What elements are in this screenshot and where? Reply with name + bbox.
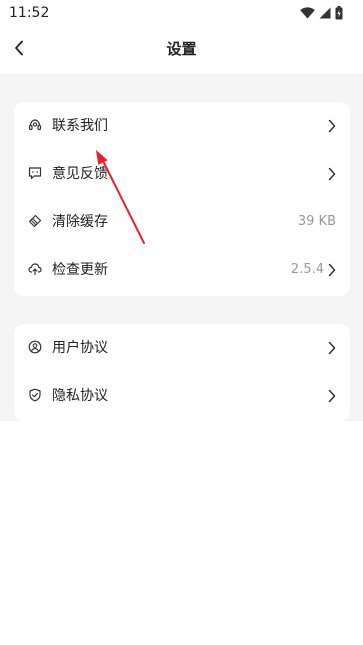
eraser-icon bbox=[28, 214, 42, 228]
row-label: 联系我们 bbox=[52, 118, 108, 134]
row-label: 检查更新 bbox=[52, 262, 108, 278]
chevron-right-icon bbox=[328, 341, 336, 355]
row-label: 隐私协议 bbox=[52, 388, 108, 404]
settings-content: 联系我们 意见反馈 清除缓存 39 KB 检查更新 2.5.4 用户协议 隐私协… bbox=[0, 74, 363, 421]
app-version-value: 2.5.4 bbox=[290, 262, 324, 277]
status-icons bbox=[300, 5, 343, 20]
row-feedback[interactable]: 意见反馈 bbox=[14, 150, 350, 198]
battery-charging-icon bbox=[335, 5, 343, 20]
row-clear-cache[interactable]: 清除缓存 39 KB bbox=[14, 198, 350, 246]
chevron-right-icon bbox=[328, 119, 336, 133]
settings-group-agreements: 用户协议 隐私协议 bbox=[14, 324, 350, 421]
cloud-update-icon bbox=[28, 262, 42, 276]
cache-size-value: 39 KB bbox=[297, 214, 336, 229]
row-label: 用户协议 bbox=[52, 340, 108, 356]
feedback-icon bbox=[28, 166, 42, 180]
status-time: 11:52 bbox=[9, 5, 50, 21]
shield-check-icon bbox=[28, 388, 42, 402]
nav-bar: 设置 bbox=[0, 26, 363, 74]
chevron-right-icon bbox=[328, 167, 336, 181]
settings-group-general: 联系我们 意见反馈 清除缓存 39 KB 检查更新 2.5.4 bbox=[14, 102, 350, 296]
wifi-icon bbox=[300, 6, 315, 19]
page-title: 设置 bbox=[166, 40, 197, 58]
headset-icon bbox=[28, 118, 42, 132]
status-bar: 11:52 bbox=[0, 0, 363, 26]
row-label: 清除缓存 bbox=[52, 214, 108, 230]
chevron-right-icon bbox=[328, 263, 336, 277]
row-check-update[interactable]: 检查更新 2.5.4 bbox=[14, 246, 350, 294]
row-contact-us[interactable]: 联系我们 bbox=[14, 102, 350, 150]
cellular-signal-icon bbox=[319, 7, 331, 19]
user-circle-icon bbox=[28, 340, 42, 354]
row-privacy-agreement[interactable]: 隐私协议 bbox=[14, 372, 350, 420]
row-label: 意见反馈 bbox=[52, 166, 108, 182]
chevron-right-icon bbox=[328, 389, 336, 403]
row-user-agreement[interactable]: 用户协议 bbox=[14, 324, 350, 372]
